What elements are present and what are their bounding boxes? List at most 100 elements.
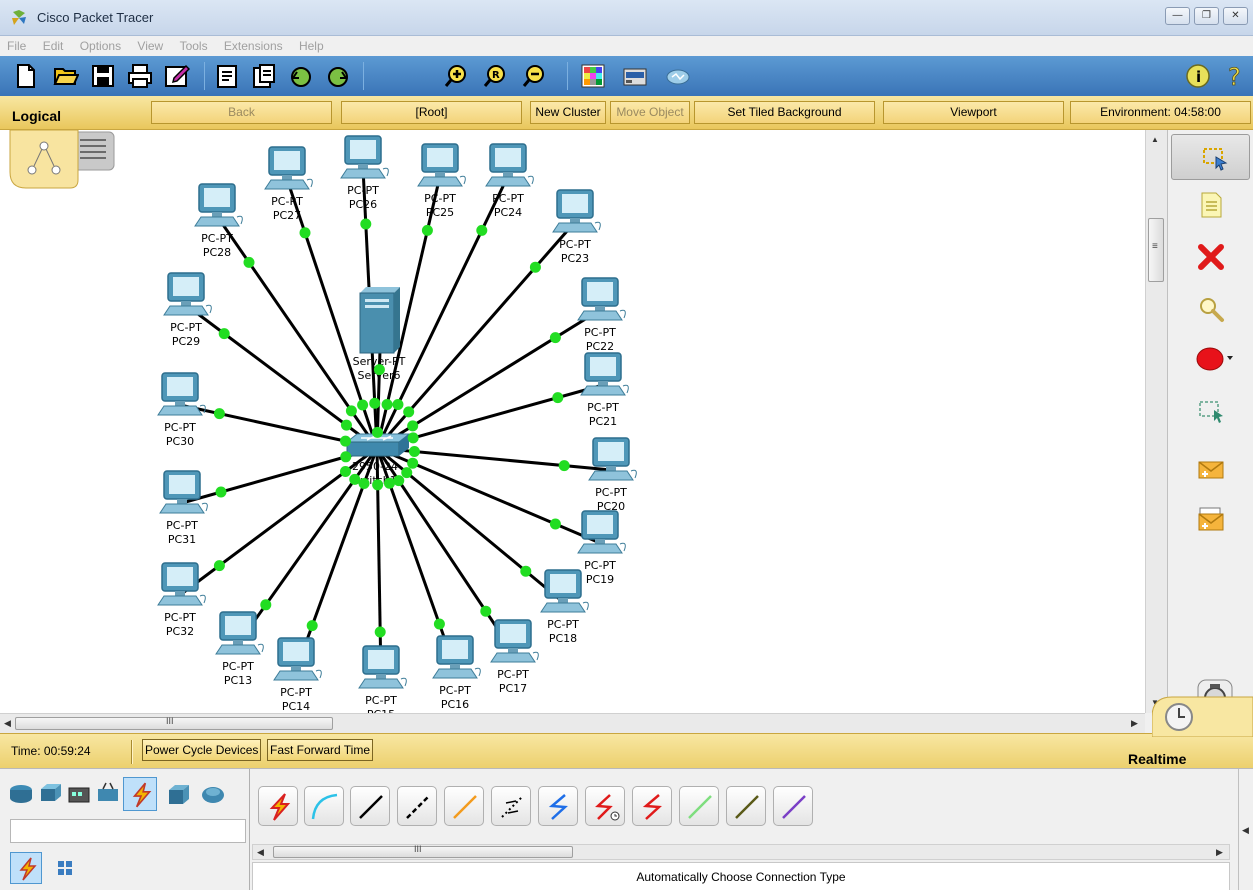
scroll-up-arrow-icon[interactable]: ▲ bbox=[1151, 135, 1159, 144]
menu-file[interactable]: File bbox=[0, 36, 32, 53]
menu-view[interactable]: View bbox=[130, 36, 169, 53]
viewport-button[interactable]: Viewport bbox=[883, 101, 1064, 124]
power-cycle-devices-button[interactable]: Power Cycle Devices bbox=[142, 739, 262, 761]
vertical-scroll-thumb[interactable]: ≡ bbox=[1148, 218, 1164, 282]
copy-icon[interactable] bbox=[214, 63, 240, 89]
hubs-category-icon[interactable] bbox=[66, 781, 92, 807]
environment-button[interactable]: Environment: 04:58:00 bbox=[1070, 101, 1251, 124]
close-button[interactable]: ✕ bbox=[1223, 7, 1248, 25]
menu-options[interactable]: Options bbox=[73, 36, 127, 53]
set-tiled-background-button[interactable]: Set Tiled Background bbox=[694, 101, 875, 124]
print-icon[interactable] bbox=[127, 63, 153, 89]
logical-workspace-canvas[interactable]: PC-PT PC28 PC-PT PC27 PC-PT PC26 PC-PT PC25 PC-P… bbox=[0, 130, 1145, 713]
octal-button[interactable] bbox=[679, 786, 719, 826]
device-search-field[interactable] bbox=[10, 819, 246, 843]
cloud-network-icon[interactable] bbox=[665, 63, 691, 89]
help-icon[interactable]: ? bbox=[1222, 63, 1248, 89]
workspace-mode-label[interactable]: Logical bbox=[12, 108, 61, 124]
scroll-right-arrow-icon[interactable]: ▶ bbox=[1131, 718, 1138, 729]
pc-device[interactable]: PC-PTPC14 bbox=[273, 637, 322, 713]
pc-device[interactable]: PC-PTPC32 bbox=[157, 562, 206, 638]
panel-collapse-strip[interactable]: ◀ bbox=[1238, 769, 1253, 890]
menu-edit[interactable]: Edit bbox=[36, 36, 70, 53]
routers-category-icon[interactable] bbox=[8, 781, 34, 807]
maximize-button[interactable]: ❐ bbox=[1194, 7, 1219, 25]
new-cluster-button[interactable]: New Cluster bbox=[530, 101, 606, 124]
grid-view-icon[interactable] bbox=[52, 855, 78, 881]
console-cable-button[interactable] bbox=[304, 786, 344, 826]
move-object-button[interactable]: Move Object bbox=[610, 101, 690, 124]
collapse-arrow-icon[interactable]: ◀ bbox=[1242, 825, 1249, 836]
add-complex-pdu-tool[interactable] bbox=[1168, 496, 1253, 542]
scroll-left-arrow-icon[interactable]: ◀ bbox=[4, 718, 11, 729]
pc-device[interactable]: PC-PTPC13 bbox=[215, 611, 264, 687]
wireless-category-icon[interactable] bbox=[95, 781, 121, 807]
back-button[interactable]: Back bbox=[151, 101, 332, 124]
pc-device[interactable]: PC-PTPC29 bbox=[163, 272, 212, 348]
inspect-tool[interactable] bbox=[1168, 286, 1253, 332]
coaxial-button[interactable] bbox=[538, 786, 578, 826]
fast-forward-time-button[interactable]: Fast Forward Time bbox=[267, 739, 374, 761]
usb-cable-button[interactable] bbox=[773, 786, 813, 826]
pc-device[interactable]: PC-PTPC30 bbox=[157, 372, 206, 448]
pc-device[interactable]: PC-PTPC24 bbox=[485, 143, 534, 219]
pc-device[interactable]: PC-PTPC17 bbox=[490, 619, 539, 695]
select-tool[interactable] bbox=[1171, 134, 1250, 180]
save-icon[interactable] bbox=[90, 63, 116, 89]
auto-connection-button[interactable] bbox=[258, 786, 298, 826]
pc-device[interactable]: PC-PTPC20 bbox=[588, 437, 637, 513]
pc-device[interactable]: PC-PTPC16 bbox=[432, 635, 481, 711]
info-icon[interactable]: i bbox=[1185, 63, 1211, 89]
pc-device[interactable]: PC-PTPC19 bbox=[577, 510, 626, 586]
realtime-tab[interactable] bbox=[1152, 695, 1253, 737]
phone-button[interactable] bbox=[491, 786, 531, 826]
redo-icon[interactable] bbox=[325, 63, 351, 89]
canvas-vertical-scrollbar[interactable]: ▲ ≡ ▼ bbox=[1145, 130, 1167, 713]
end-devices-category-icon[interactable] bbox=[166, 781, 192, 807]
pc-device[interactable]: PC-PTPC26 bbox=[340, 135, 389, 211]
draw-ellipse-tool[interactable] bbox=[1168, 336, 1253, 382]
activity-wizard-icon[interactable] bbox=[164, 63, 190, 89]
zoom-out-icon[interactable] bbox=[521, 63, 547, 89]
pc-device[interactable]: PC-PTPC21 bbox=[580, 352, 629, 428]
horizontal-scroll-thumb[interactable]: III bbox=[15, 716, 333, 730]
copper-straight-through-button[interactable] bbox=[350, 786, 390, 826]
undo-icon[interactable] bbox=[288, 63, 314, 89]
scroll-left-arrow-icon[interactable]: ◀ bbox=[257, 847, 264, 858]
paste-icon[interactable] bbox=[251, 63, 277, 89]
resize-shape-tool[interactable] bbox=[1168, 388, 1253, 434]
pc-device[interactable]: PC-PTPC22 bbox=[577, 277, 626, 353]
realtime-mode-label[interactable]: Realtime bbox=[1128, 751, 1186, 767]
place-note-tool[interactable] bbox=[1168, 182, 1253, 228]
delete-tool[interactable] bbox=[1168, 234, 1253, 280]
root-button[interactable]: [Root] bbox=[341, 101, 522, 124]
connection-list-scrollbar[interactable]: ◀ III ▶ bbox=[252, 844, 1230, 860]
custom-device-dialog-icon[interactable] bbox=[622, 63, 648, 89]
serial-dce-button[interactable] bbox=[585, 786, 625, 826]
wan-emulation-category-icon[interactable] bbox=[200, 781, 226, 807]
pc-device[interactable]: PC-PTPC18 bbox=[540, 569, 589, 645]
pc-device[interactable]: PC-PTPC27 bbox=[264, 146, 313, 222]
canvas-horizontal-scrollbar[interactable]: ◀ III ▶ bbox=[0, 713, 1145, 733]
palette-icon[interactable] bbox=[580, 63, 606, 89]
minimize-button[interactable]: — bbox=[1165, 7, 1190, 25]
fiber-button[interactable] bbox=[444, 786, 484, 826]
copper-cross-over-button[interactable] bbox=[397, 786, 437, 826]
pc-device[interactable]: PC-PTPC31 bbox=[159, 470, 208, 546]
iot-custom-cable-button[interactable] bbox=[726, 786, 766, 826]
pc-device[interactable]: PC-PTPC28 bbox=[194, 183, 243, 259]
logical-physical-tab[interactable] bbox=[8, 130, 116, 192]
serial-dte-button[interactable] bbox=[632, 786, 672, 826]
scroll-right-arrow-icon[interactable]: ▶ bbox=[1216, 847, 1223, 858]
connection-scroll-thumb[interactable]: III bbox=[273, 844, 573, 858]
menu-extensions[interactable]: Extensions bbox=[217, 36, 289, 53]
pc-device[interactable]: PC-PTPC23 bbox=[552, 189, 601, 265]
add-simple-pdu-tool[interactable] bbox=[1168, 446, 1253, 492]
connections-category-selected[interactable] bbox=[123, 777, 157, 811]
pc-device[interactable]: PC-PTPC15 bbox=[358, 645, 407, 713]
zoom-reset-icon[interactable]: R bbox=[482, 63, 508, 89]
open-folder-icon[interactable] bbox=[53, 63, 79, 89]
pc-device[interactable]: PC-PTPC25 bbox=[417, 143, 466, 219]
connections-subcategory-selected[interactable] bbox=[10, 852, 42, 884]
new-file-icon[interactable] bbox=[13, 63, 39, 89]
